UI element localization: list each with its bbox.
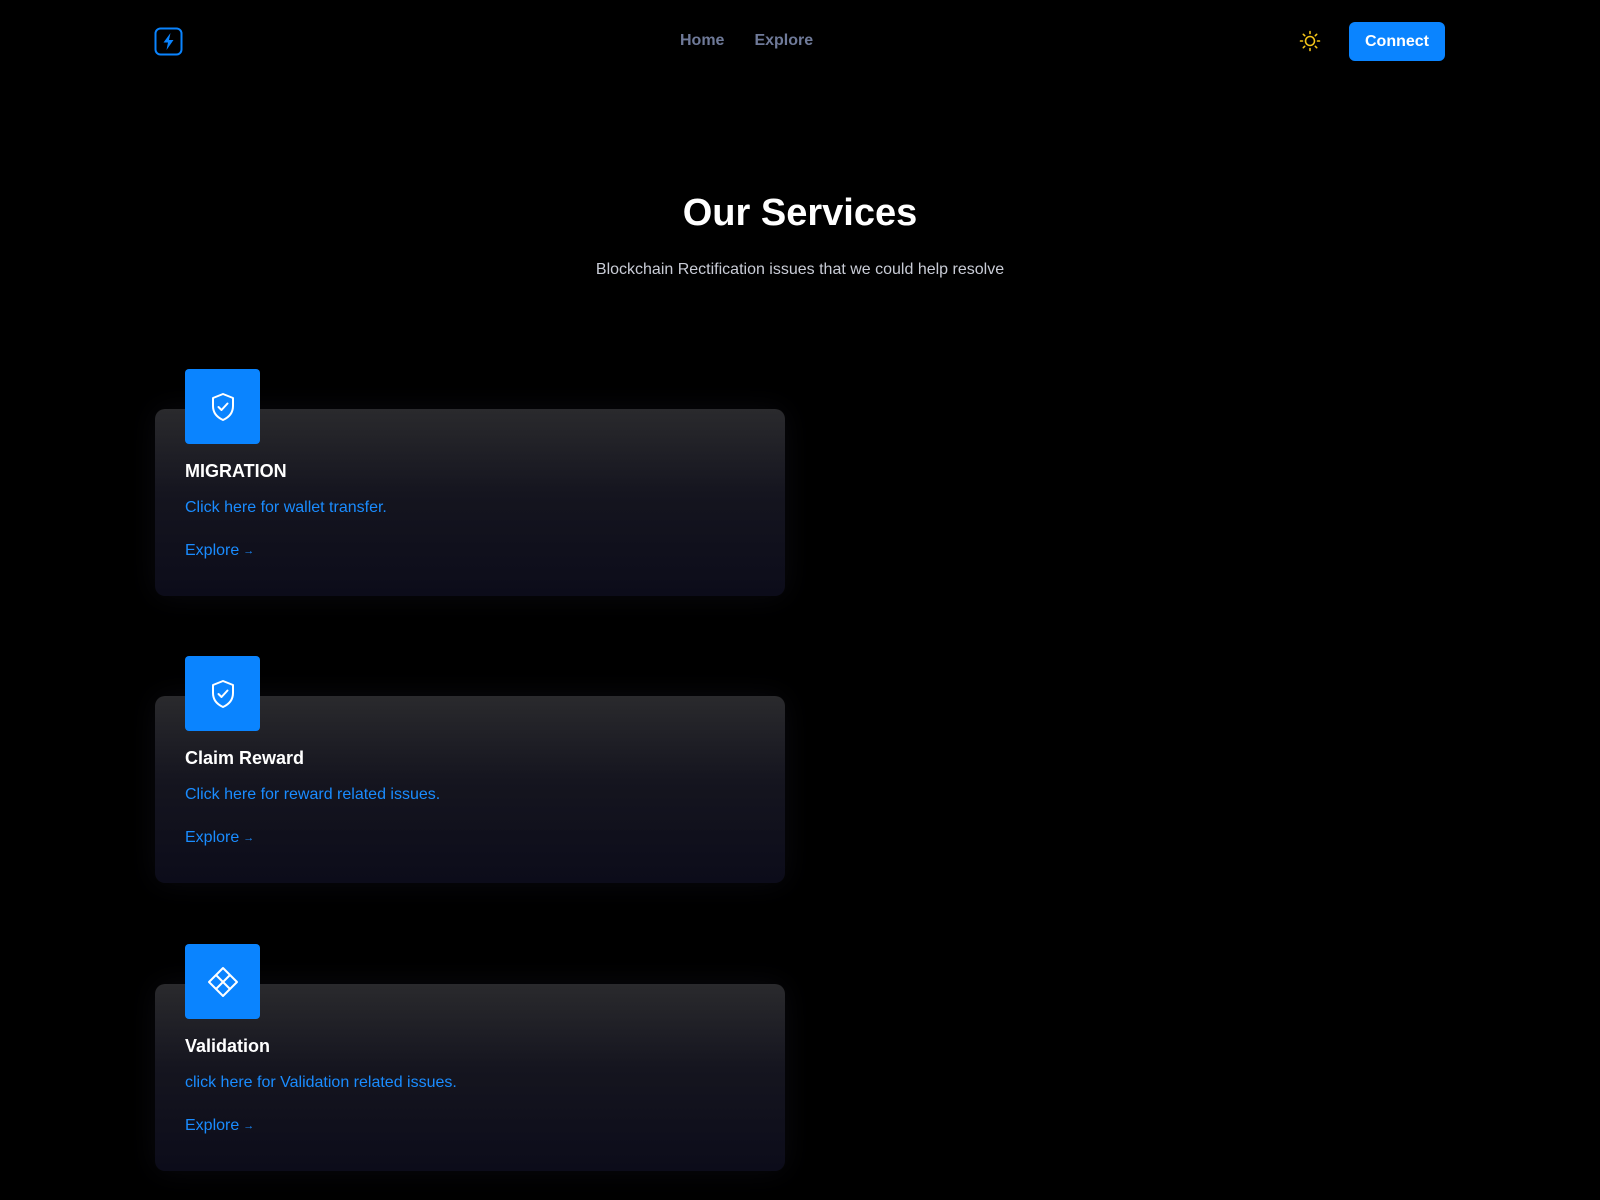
card-description-link[interactable]: click here for Validation related issues…	[185, 1074, 457, 1092]
arrow-right-icon: →	[243, 1120, 255, 1132]
navbar: Home Explore Connect	[0, 0, 1600, 82]
theme-toggle-button[interactable]	[1298, 29, 1322, 53]
nav-link-explore[interactable]: Explore	[754, 30, 813, 52]
sun-icon	[1299, 30, 1321, 52]
logo-button[interactable]	[154, 27, 183, 56]
explore-link[interactable]: Explore →	[185, 1117, 254, 1135]
lightning-bolt-icon	[154, 27, 183, 56]
explore-link[interactable]: Explore →	[185, 829, 254, 847]
card-description-link[interactable]: Click here for reward related issues.	[185, 786, 440, 804]
card-title: Claim Reward	[185, 748, 305, 768]
service-card-migration: MIGRATION Click here for wallet transfer…	[155, 369, 785, 599]
service-card-validation: Validation click here for Validation rel…	[155, 944, 785, 1174]
card-icon-box	[185, 944, 260, 1019]
explore-label: Explore	[185, 829, 240, 846]
shield-check-icon	[211, 679, 234, 708]
explore-label: Explore	[185, 542, 240, 559]
explore-link[interactable]: Explore →	[185, 542, 254, 560]
page-title: Our Services	[682, 192, 918, 234]
card-title: Validation	[185, 1036, 271, 1056]
explore-label: Explore	[185, 1117, 240, 1134]
service-card-claim-reward: Claim Reward Click here for reward relat…	[155, 656, 785, 886]
arrow-right-icon: →	[243, 832, 255, 844]
main-nav: Home Explore	[680, 30, 813, 52]
shield-check-icon	[211, 392, 234, 421]
card-icon-box	[185, 369, 260, 444]
nav-link-home[interactable]: Home	[680, 30, 724, 52]
arrow-right-icon: →	[243, 545, 255, 557]
card-icon-box	[185, 656, 260, 731]
diamond-grid-icon	[207, 966, 238, 997]
page-subtitle: Blockchain Rectification issues that we …	[595, 261, 1005, 278]
card-title: MIGRATION	[185, 461, 287, 481]
connect-button[interactable]: Connect	[1349, 22, 1445, 61]
card-description-link[interactable]: Click here for wallet transfer.	[185, 499, 387, 517]
